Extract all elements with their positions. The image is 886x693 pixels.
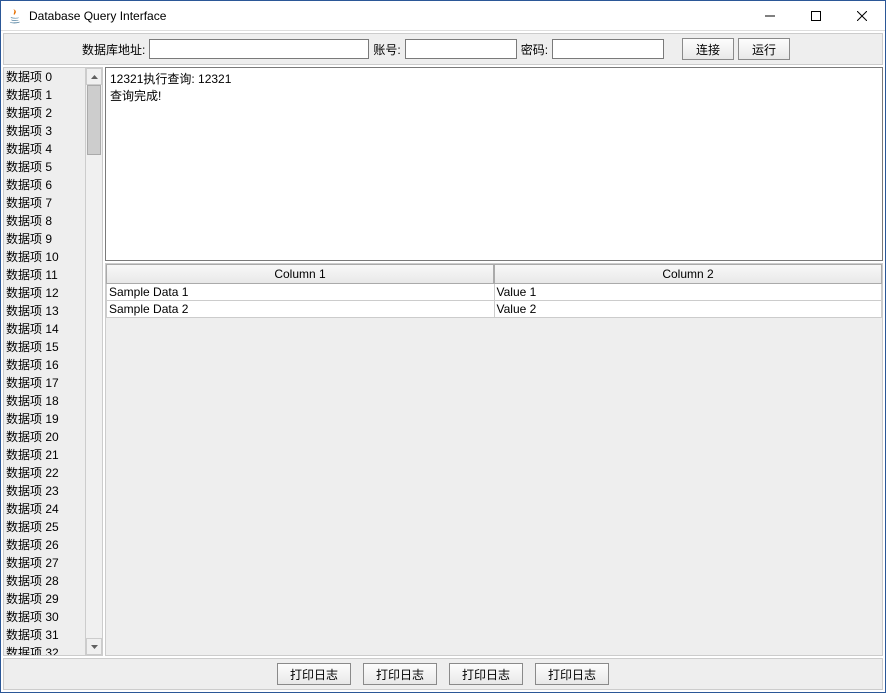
window-controls <box>747 1 885 31</box>
close-button[interactable] <box>839 1 885 31</box>
window-title: Database Query Interface <box>29 9 747 23</box>
list-item[interactable]: 数据项 21 <box>4 446 85 464</box>
java-icon <box>7 8 23 24</box>
table-body: Sample Data 1Value 1Sample Data 2Value 2 <box>106 284 882 655</box>
db-address-label: 数据库地址: <box>82 41 145 58</box>
column-header[interactable]: Column 2 <box>494 264 882 284</box>
list-item[interactable]: 数据项 29 <box>4 590 85 608</box>
db-address-input[interactable] <box>149 39 369 59</box>
list-item[interactable]: 数据项 17 <box>4 374 85 392</box>
list-item[interactable]: 数据项 12 <box>4 284 85 302</box>
password-input[interactable] <box>552 39 664 59</box>
list-item[interactable]: 数据项 25 <box>4 518 85 536</box>
list-item[interactable]: 数据项 3 <box>4 122 85 140</box>
main-area: 数据项 0数据项 1数据项 2数据项 3数据项 4数据项 5数据项 6数据项 7… <box>3 67 883 656</box>
table-row[interactable]: Sample Data 2Value 2 <box>106 301 882 318</box>
titlebar: Database Query Interface <box>1 1 885 31</box>
list-item[interactable]: 数据项 6 <box>4 176 85 194</box>
list-item[interactable]: 数据项 28 <box>4 572 85 590</box>
log-output[interactable]: 12321执行查询: 12321 查询完成! <box>105 67 883 261</box>
list-item[interactable]: 数据项 32 <box>4 644 85 655</box>
app-window: Database Query Interface 数据库地址: 账号: 密码: … <box>0 0 886 693</box>
toolbar: 数据库地址: 账号: 密码: 连接 运行 <box>3 33 883 65</box>
list-item[interactable]: 数据项 20 <box>4 428 85 446</box>
list-item[interactable]: 数据项 27 <box>4 554 85 572</box>
column-header[interactable]: Column 1 <box>106 264 494 284</box>
print-log-button[interactable]: 打印日志 <box>535 663 609 685</box>
print-log-button[interactable]: 打印日志 <box>449 663 523 685</box>
list-item[interactable]: 数据项 1 <box>4 86 85 104</box>
list-item[interactable]: 数据项 4 <box>4 140 85 158</box>
run-button[interactable]: 运行 <box>738 38 790 60</box>
table-cell: Value 1 <box>495 284 883 301</box>
list-item[interactable]: 数据项 26 <box>4 536 85 554</box>
right-pane: 12321执行查询: 12321 查询完成! Column 1Column 2 … <box>105 67 883 656</box>
connect-button[interactable]: 连接 <box>682 38 734 60</box>
print-log-button[interactable]: 打印日志 <box>363 663 437 685</box>
list-item[interactable]: 数据项 30 <box>4 608 85 626</box>
list-item[interactable]: 数据项 7 <box>4 194 85 212</box>
print-log-button[interactable]: 打印日志 <box>277 663 351 685</box>
list-item[interactable]: 数据项 15 <box>4 338 85 356</box>
sidebar-scrollbar[interactable] <box>85 68 102 655</box>
list-item[interactable]: 数据项 5 <box>4 158 85 176</box>
list-item[interactable]: 数据项 23 <box>4 482 85 500</box>
account-label: 账号: <box>373 41 400 58</box>
list-item[interactable]: 数据项 11 <box>4 266 85 284</box>
list-item[interactable]: 数据项 24 <box>4 500 85 518</box>
maximize-button[interactable] <box>793 1 839 31</box>
password-label: 密码: <box>521 41 548 58</box>
list-item[interactable]: 数据项 0 <box>4 68 85 86</box>
list-item[interactable]: 数据项 9 <box>4 230 85 248</box>
list-item[interactable]: 数据项 13 <box>4 302 85 320</box>
sidebar: 数据项 0数据项 1数据项 2数据项 3数据项 4数据项 5数据项 6数据项 7… <box>3 67 103 656</box>
scroll-up-button[interactable] <box>86 68 102 85</box>
account-input[interactable] <box>405 39 517 59</box>
list-item[interactable]: 数据项 18 <box>4 392 85 410</box>
list-item[interactable]: 数据项 31 <box>4 626 85 644</box>
result-table: Column 1Column 2 Sample Data 1Value 1Sam… <box>105 263 883 656</box>
list-item[interactable]: 数据项 22 <box>4 464 85 482</box>
table-cell: Value 2 <box>495 301 883 318</box>
table-row[interactable]: Sample Data 1Value 1 <box>106 284 882 301</box>
minimize-button[interactable] <box>747 1 793 31</box>
list-item[interactable]: 数据项 10 <box>4 248 85 266</box>
table-header: Column 1Column 2 <box>106 264 882 284</box>
list-item[interactable]: 数据项 16 <box>4 356 85 374</box>
list-item[interactable]: 数据项 8 <box>4 212 85 230</box>
table-cell: Sample Data 2 <box>106 301 495 318</box>
scroll-thumb[interactable] <box>87 85 101 155</box>
bottom-bar: 打印日志打印日志打印日志打印日志 <box>3 658 883 690</box>
list-item[interactable]: 数据项 19 <box>4 410 85 428</box>
scroll-down-button[interactable] <box>86 638 102 655</box>
scroll-track[interactable] <box>86 85 102 638</box>
sidebar-list[interactable]: 数据项 0数据项 1数据项 2数据项 3数据项 4数据项 5数据项 6数据项 7… <box>4 68 85 655</box>
table-cell: Sample Data 1 <box>106 284 495 301</box>
list-item[interactable]: 数据项 2 <box>4 104 85 122</box>
list-item[interactable]: 数据项 14 <box>4 320 85 338</box>
